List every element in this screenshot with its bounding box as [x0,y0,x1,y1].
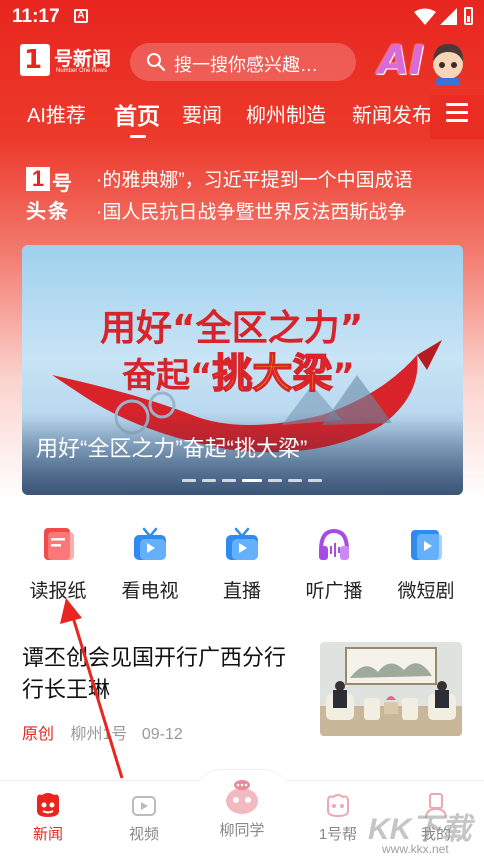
meeting-room-image [320,642,462,736]
pagination-dot[interactable] [288,479,302,482]
menu-icon[interactable] [446,103,468,123]
pagination-dot[interactable] [222,479,236,482]
bottom-nav-help[interactable]: 1号帮 [298,791,378,844]
headphones-icon [319,528,349,560]
quick-nav: 读报纸 看电视 直播 听广播 微短剧 [0,520,484,610]
bottom-nav-profile[interactable]: 我的 [396,791,476,844]
headline-item[interactable]: ·的雅典娜”，习近平提到一个中国成语 [96,165,413,192]
search-input[interactable]: 搜一搜你感兴趣… [130,43,356,81]
short-drama-icon [411,530,442,560]
notification-icon: A [74,9,88,23]
news-tag: 原创 [22,726,55,743]
news-icon [37,793,59,817]
ai-assistant-button[interactable]: AI [374,38,474,88]
toutiao-logo: 1 号 头条 [26,166,72,223]
bottom-nav-video[interactable]: 视频 [104,791,184,844]
banner-headline-line2: 奋起“挑大梁” [122,350,355,398]
quick-nav-live[interactable]: 直播 [197,520,287,610]
battery-icon [464,7,473,25]
video-icon [132,796,156,816]
pagination-dot[interactable] [202,479,216,482]
quick-nav-short-drama[interactable]: 微短剧 [381,520,471,610]
search-icon [147,53,166,72]
headline-ticker[interactable]: 1 号 头条 ·的雅典娜”，习近平提到一个中国成语 ·国人民抗日战争暨世界反法西… [22,163,484,227]
tv-icon [134,527,166,560]
tab-top-news[interactable]: 要闻 [182,99,222,128]
featured-banner[interactable]: 用好“全区之力” 奋起“挑大梁” 用好“全区之力”奋起“挑大梁” [22,245,463,495]
news-thumbnail[interactable] [320,642,462,736]
search-placeholder: 搜一搜你感兴趣… [174,55,318,75]
logo-mark: 1 [20,44,50,76]
status-bar: 11:17 A [0,0,484,34]
bottom-nav-news[interactable]: 新闻 [8,791,88,844]
pagination-dot[interactable] [268,479,282,482]
pagination-dot-active[interactable] [242,479,262,482]
news-list-item[interactable]: 谭丕创会见国开行广西分行行长王琳 原创 柳州1号 09-12 [0,630,484,770]
ai-avatar-icon [433,44,464,86]
tab-home[interactable]: 首页 [114,97,160,131]
quick-nav-watch-tv[interactable]: 看电视 [105,520,195,610]
bottom-nav: 新闻 视频 柳同学 1号帮 我的 [0,769,484,860]
active-tab-indicator [130,135,146,138]
newspaper-icon [44,528,74,560]
tab-liuzhou-made[interactable]: 柳州制造 [246,99,326,128]
tab-press-release[interactable]: 新闻发布 [352,99,432,128]
logo-subtitle: Number One News [56,68,108,74]
live-tv-icon [226,527,258,560]
signal-icon [440,8,457,25]
channel-tabs: AI推荐 首页 要闻 柳州制造 新闻发布 [0,95,484,139]
quick-nav-read-newspaper[interactable]: 读报纸 [13,520,103,610]
headline-item[interactable]: ·国人民抗日战争暨世界反法西斯战争 [96,197,406,224]
banner-caption: 用好“全区之力”奋起“挑大梁” [36,436,308,461]
assistant-icon [226,780,258,814]
news-date: 09-12 [141,726,183,743]
pagination-dot[interactable] [308,479,322,482]
wifi-icon [414,8,436,25]
tab-ai-recommend[interactable]: AI推荐 [27,99,86,128]
news-title[interactable]: 谭丕创会见国开行广西分行行长王琳 [22,642,302,706]
news-meta: 原创 柳州1号 09-12 [22,720,183,744]
news-source: 柳州1号 [70,726,128,743]
app-logo: 1 号新闻 Number One News [20,44,112,78]
quick-nav-radio[interactable]: 听广播 [289,520,379,610]
status-time: 11:17 [12,6,60,27]
profile-icon [425,793,447,819]
bottom-nav-assistant[interactable]: 柳同学 [202,780,282,840]
help-icon [327,794,349,818]
ai-label: AI [378,38,424,84]
pagination-dot[interactable] [182,479,196,482]
logo-name: 号新闻 [54,49,112,70]
